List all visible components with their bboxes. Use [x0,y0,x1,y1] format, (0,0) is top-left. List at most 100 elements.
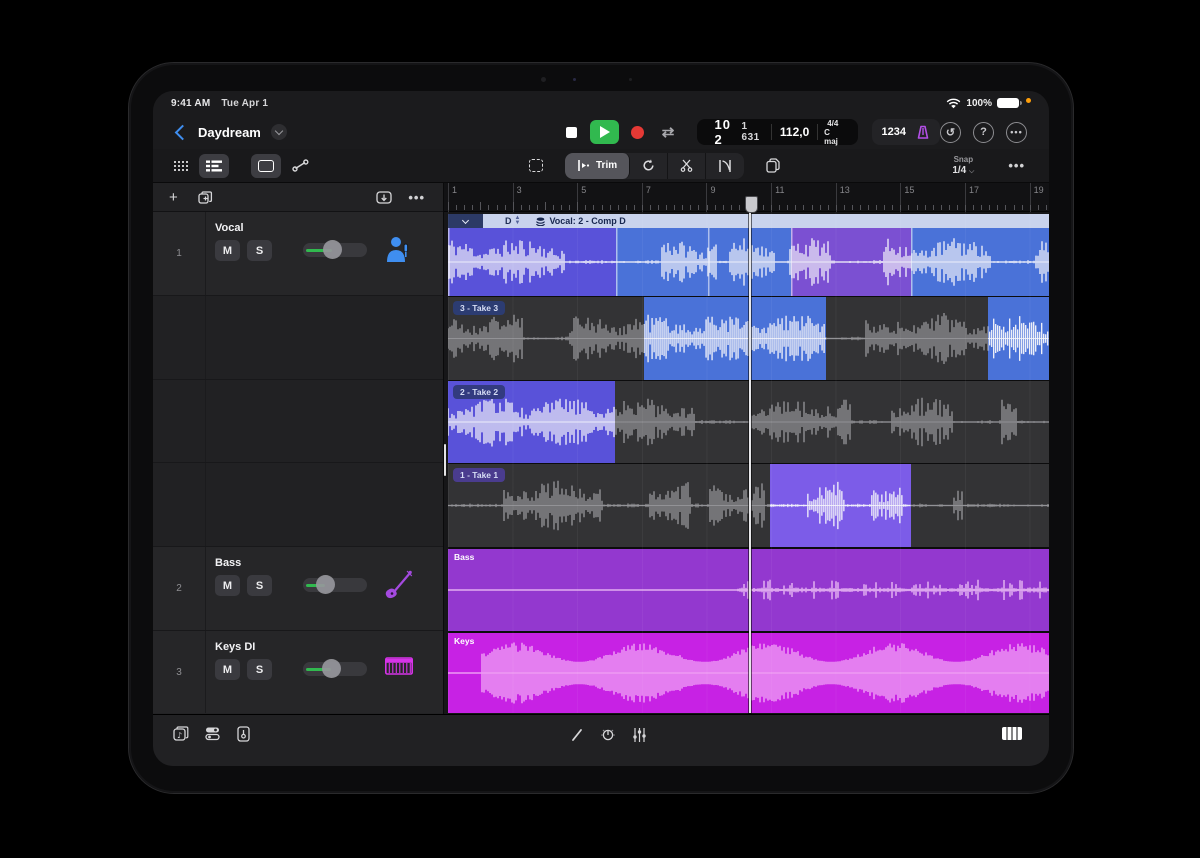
stop-button[interactable] [559,120,584,144]
ruler-tick [561,205,562,210]
mute-button[interactable]: M [215,240,240,261]
volume-knob[interactable] [323,240,342,259]
ruler-tick [941,205,942,210]
snap-control[interactable]: Snap 1/4 ⌵ [952,154,974,177]
marquee-tool-button[interactable] [521,154,551,178]
take-selected-segment[interactable] [988,297,1049,380]
faders-button[interactable] [632,727,647,743]
loops-browser-icon: ♪ [173,726,190,741]
import-icon [376,191,392,204]
volume-slider[interactable] [303,243,367,257]
solo-button[interactable]: S [247,659,272,680]
lcd-position-minor: 1 631 [742,121,764,143]
take-lane-header-1[interactable] [153,463,443,547]
ruler-tick [577,202,578,210]
playhead[interactable] [749,205,751,713]
project-menu-button[interactable] [271,124,287,140]
fade-tool-button[interactable] [706,153,744,179]
take-badge: 3 - Take 3 [453,301,505,315]
automation-button[interactable] [285,154,315,178]
ruler-tick [828,205,829,210]
ruler-tick [1022,205,1023,210]
ruler-tick [634,205,635,210]
take-lane-header-3[interactable] [153,296,443,380]
playhead-handle[interactable] [745,196,758,213]
region-inspector-button[interactable] [251,154,281,178]
ruler-tick [505,205,506,210]
mixer-button[interactable] [205,726,221,741]
lanes-area: D ▲▼ Vocal: 2 - Comp D [444,212,1049,713]
status-date: Tue Apr 1 [221,98,268,109]
track-header-vocal[interactable]: 1 Vocal M S [153,212,443,296]
paste-button[interactable] [758,154,788,178]
ruler-tick [876,205,877,210]
bar-number: 5 [581,185,586,195]
browser-button[interactable]: ♪ [173,726,190,741]
mute-button[interactable]: M [215,659,240,680]
toolbar-more-button[interactable]: ••• [1008,158,1025,173]
add-track-button[interactable]: + [169,189,178,206]
smart-controls-button[interactable] [600,727,616,743]
take-selected-segment[interactable] [644,297,826,380]
play-button[interactable] [590,120,619,144]
lcd-display[interactable]: 10 2 1 631 112,0 4/4 C maj [697,119,858,145]
back-chevron-icon[interactable] [175,124,191,140]
volume-knob[interactable] [316,575,335,594]
play-icon [600,126,610,138]
marquee-icon [529,159,543,172]
take-lane-header-2[interactable] [153,380,443,463]
piano-keyboard-icon [1001,726,1023,741]
pencil-tool-button[interactable] [570,728,584,742]
duplicate-track-button[interactable] [198,191,213,204]
front-camera [541,77,546,82]
chevron-down-icon [275,127,283,135]
ruler-tick [949,205,950,210]
ruler-tick [812,205,813,210]
lcd-time-signature: 4/4 [827,119,838,128]
solo-button[interactable]: S [247,240,272,261]
loop-tool-button[interactable] [630,153,668,179]
count-in-button[interactable]: 1234 [882,126,906,138]
help-button[interactable]: ? [973,122,994,143]
split-tool-button[interactable] [668,153,706,179]
mute-button[interactable]: M [215,575,240,596]
ruler-tick [917,205,918,210]
ruler-tick [666,205,667,210]
ruler-tick [739,205,740,210]
track-header-keys[interactable]: 3 Keys DI M S [153,631,443,713]
take-selected-segment[interactable] [770,464,911,547]
more-options-button[interactable]: ••• [1006,122,1027,143]
volume-slider[interactable] [303,662,367,676]
record-button[interactable] [625,120,650,144]
take-folder-collapse-button[interactable] [448,214,483,228]
cycle-button[interactable]: ⇄ [656,120,681,144]
import-button[interactable] [376,191,392,204]
bar-number: 3 [517,185,522,195]
ruler-tick [763,205,764,210]
header-resize-handle[interactable] [444,444,446,476]
ruler-tick [803,205,804,210]
solo-button[interactable]: S [247,575,272,596]
project-title[interactable]: Daydream [198,125,261,140]
view-tracks-button[interactable] [199,154,229,178]
volume-knob[interactable] [322,659,341,678]
battery-icon [997,98,1019,108]
plugins-button[interactable] [237,726,250,742]
volume-slider[interactable] [303,578,367,592]
faders-icon [632,727,647,743]
loop-icon [642,159,655,172]
track-header-bass[interactable]: 2 Bass M S [153,547,443,631]
bass-icon [385,569,411,599]
ruler-tick [933,205,934,210]
metronome-icon[interactable] [916,125,930,140]
comp-stepper[interactable]: D ▲▼ [505,216,520,226]
trim-tool-button[interactable]: Trim [565,153,630,179]
undo-button[interactable]: ↺ [940,122,961,143]
track-header-more-button[interactable]: ••• [408,190,425,205]
ruler-tick [715,205,716,210]
bar-number: 7 [646,185,651,195]
ruler-tick [682,205,683,210]
bar-number: 15 [904,185,914,195]
view-cells-button[interactable] [165,154,195,178]
keyboard-panel-button[interactable] [1001,726,1023,741]
